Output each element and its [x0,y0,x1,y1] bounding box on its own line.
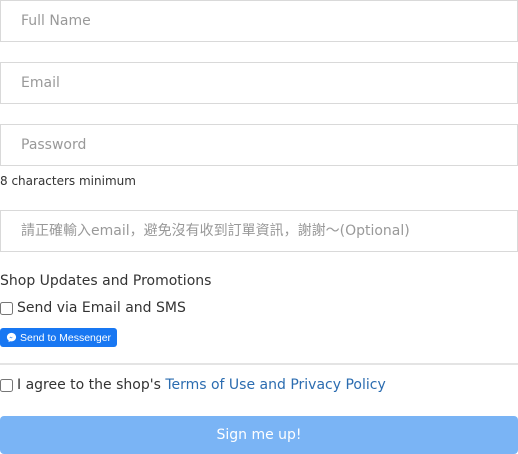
send-to-messenger-label: Send to Messenger [20,331,112,344]
terms-agreement-row[interactable]: I agree to the shop's Terms of Use and P… [0,377,386,393]
password-input[interactable] [0,124,518,166]
email-input[interactable] [0,62,518,104]
divider [0,363,518,365]
optional-email-input[interactable] [0,210,518,252]
sign-up-button[interactable]: Sign me up! [0,416,518,454]
signup-form: 8 characters minimum Shop Updates and Pr… [0,0,518,454]
send-to-messenger-button[interactable]: Send to Messenger [0,328,118,347]
sms-opt-in-checkbox[interactable] [0,301,13,315]
messenger-icon [6,332,17,343]
terms-prefix: I agree to the shop's [17,377,166,393]
sms-opt-in-row[interactable]: Send via Email and SMS [0,300,186,316]
sms-opt-in-label: Send via Email and SMS [17,300,186,316]
password-hint: 8 characters minimum [0,174,136,188]
updates-title: Shop Updates and Promotions [0,273,212,289]
full-name-input[interactable] [0,0,518,42]
terms-checkbox[interactable] [0,378,13,392]
terms-link[interactable]: Terms of Use and Privacy Policy [165,377,385,393]
